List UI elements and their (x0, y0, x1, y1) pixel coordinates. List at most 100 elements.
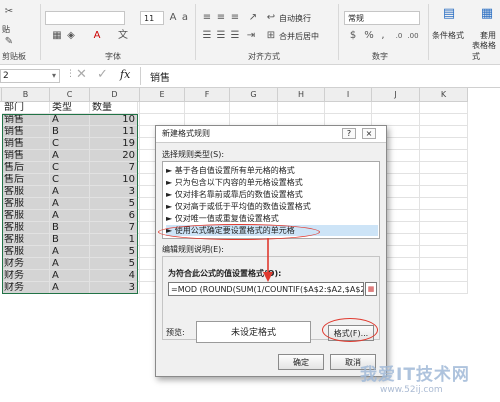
cell[interactable]: 客服 (2, 222, 50, 234)
cell[interactable] (420, 138, 468, 150)
column-header-d[interactable]: D (90, 88, 140, 102)
cell[interactable]: C (50, 138, 90, 150)
rule-type-item[interactable]: ► 基于各自值设置所有单元格的格式 (166, 165, 378, 176)
cell[interactable] (90, 162, 140, 174)
cell[interactable] (420, 210, 468, 222)
cell[interactable]: 财务 (2, 282, 50, 294)
name-box-dropdown-icon[interactable]: ▾ (52, 71, 56, 80)
rule-type-item[interactable]: ► 仅对高于或低于平均值的数值设置格式 (166, 201, 378, 212)
currency-icon[interactable]: $ (346, 30, 360, 42)
decrease-decimal-icon[interactable]: .00 (406, 30, 420, 42)
range-select-icon[interactable]: ▦ (365, 282, 377, 296)
insert-function-icon[interactable]: fx (120, 68, 130, 81)
cell[interactable]: 客服 (2, 210, 50, 222)
cell[interactable] (325, 102, 372, 114)
cell[interactable] (90, 270, 140, 282)
cut-icon[interactable]: ✂ (2, 6, 16, 18)
cell[interactable] (420, 114, 468, 126)
cell[interactable]: 销售 (2, 126, 50, 138)
font-color-icon[interactable]: A (90, 30, 104, 42)
cell[interactable]: A (50, 282, 90, 294)
cell[interactable] (90, 186, 140, 198)
cell[interactable] (90, 174, 140, 186)
cell[interactable]: A (50, 246, 90, 258)
format-as-table-button-line2[interactable]: 表格格式 (472, 40, 500, 62)
cell[interactable] (420, 198, 468, 210)
align-center-icon[interactable]: ☰ (214, 30, 228, 42)
rule-type-item[interactable]: ► 仅对唯一值或重复值设置格式 (166, 213, 378, 224)
cell[interactable]: C (50, 174, 90, 186)
cell[interactable] (420, 234, 468, 246)
column-header-e[interactable]: E (140, 88, 185, 102)
cell[interactable] (90, 210, 140, 222)
cell[interactable] (420, 258, 468, 270)
cell[interactable] (420, 282, 468, 294)
cell[interactable] (90, 138, 140, 150)
font-size-select[interactable]: 11 (140, 11, 164, 25)
cell[interactable] (420, 246, 468, 258)
shrink-font-icon[interactable]: a (178, 12, 192, 24)
align-top-icon[interactable]: ≡ (200, 12, 214, 24)
cell[interactable]: A (50, 270, 90, 282)
column-header-c[interactable]: C (50, 88, 90, 102)
cell[interactable] (90, 246, 140, 258)
help-button[interactable]: ? (342, 128, 356, 139)
align-left-icon[interactable]: ☰ (200, 30, 214, 42)
cell[interactable]: A (50, 114, 90, 126)
indent-icon[interactable]: ⇥ (244, 30, 258, 42)
cell[interactable] (420, 126, 468, 138)
percent-icon[interactable]: % (362, 30, 376, 42)
cell[interactable]: 销售 (2, 138, 50, 150)
cell[interactable] (90, 258, 140, 270)
cell[interactable] (420, 222, 468, 234)
paste-label[interactable]: 贴 (2, 24, 10, 35)
column-header-f[interactable]: F (185, 88, 230, 102)
name-box[interactable]: 2 (0, 69, 60, 83)
cell[interactable] (372, 102, 420, 114)
format-as-table-icon[interactable]: ▦ (478, 7, 496, 24)
cell[interactable]: A (50, 210, 90, 222)
column-header-k[interactable]: K (420, 88, 468, 102)
font-name-select[interactable] (45, 11, 125, 25)
cell[interactable]: 客服 (2, 246, 50, 258)
column-header-h[interactable]: H (278, 88, 325, 102)
cell[interactable] (230, 102, 278, 114)
format-painter-icon[interactable]: ✎ (2, 36, 16, 48)
align-right-icon[interactable]: ☰ (228, 30, 242, 42)
column-header-j[interactable]: J (372, 88, 420, 102)
cell[interactable] (420, 102, 468, 114)
close-button[interactable]: × (362, 128, 376, 139)
rule-formula-input[interactable]: =MOD (ROUND(SUM(1/COUNTIF($A$2:$A2,$A$2:… (168, 282, 364, 296)
cell[interactable] (90, 198, 140, 210)
cell[interactable]: A (50, 150, 90, 162)
cell[interactable]: 销售 (2, 114, 50, 126)
conditional-format-icon[interactable]: ▤ (440, 7, 458, 24)
cell[interactable]: 财务 (2, 270, 50, 282)
align-bottom-icon[interactable]: ≡ (228, 12, 242, 24)
cell[interactable] (420, 150, 468, 162)
cell[interactable]: 客服 (2, 186, 50, 198)
column-header-i[interactable]: I (325, 88, 372, 102)
formula-input[interactable]: 销售 (150, 69, 170, 84)
cell[interactable]: 客服 (2, 234, 50, 246)
cell[interactable] (90, 102, 140, 114)
fill-color-icon[interactable]: ◈ (64, 30, 78, 42)
rule-type-item[interactable]: ► 仅对排名靠前或靠后的数值设置格式 (166, 189, 378, 200)
align-middle-icon[interactable]: ≡ (214, 12, 228, 24)
wrap-text-icon[interactable]: ↩ (264, 12, 278, 24)
column-header-b[interactable]: B (2, 88, 50, 102)
ok-button[interactable]: 确定 (278, 354, 324, 370)
cell[interactable] (90, 126, 140, 138)
number-format-select[interactable]: 常规 (344, 11, 420, 25)
enter-icon[interactable]: ✓ (97, 67, 108, 82)
cell[interactable]: 财务 (2, 258, 50, 270)
cell[interactable] (420, 270, 468, 282)
wrap-text-button[interactable]: 自动换行 (279, 13, 311, 24)
cell[interactable] (140, 102, 185, 114)
cell[interactable] (90, 114, 140, 126)
cell[interactable]: A (50, 258, 90, 270)
increase-decimal-icon[interactable]: .0 (392, 30, 406, 42)
rule-type-item[interactable]: ► 只为包含以下内容的单元格设置格式 (166, 177, 378, 188)
conditional-format-button[interactable]: 条件格式 (432, 30, 464, 41)
cell[interactable]: 客服 (2, 198, 50, 210)
